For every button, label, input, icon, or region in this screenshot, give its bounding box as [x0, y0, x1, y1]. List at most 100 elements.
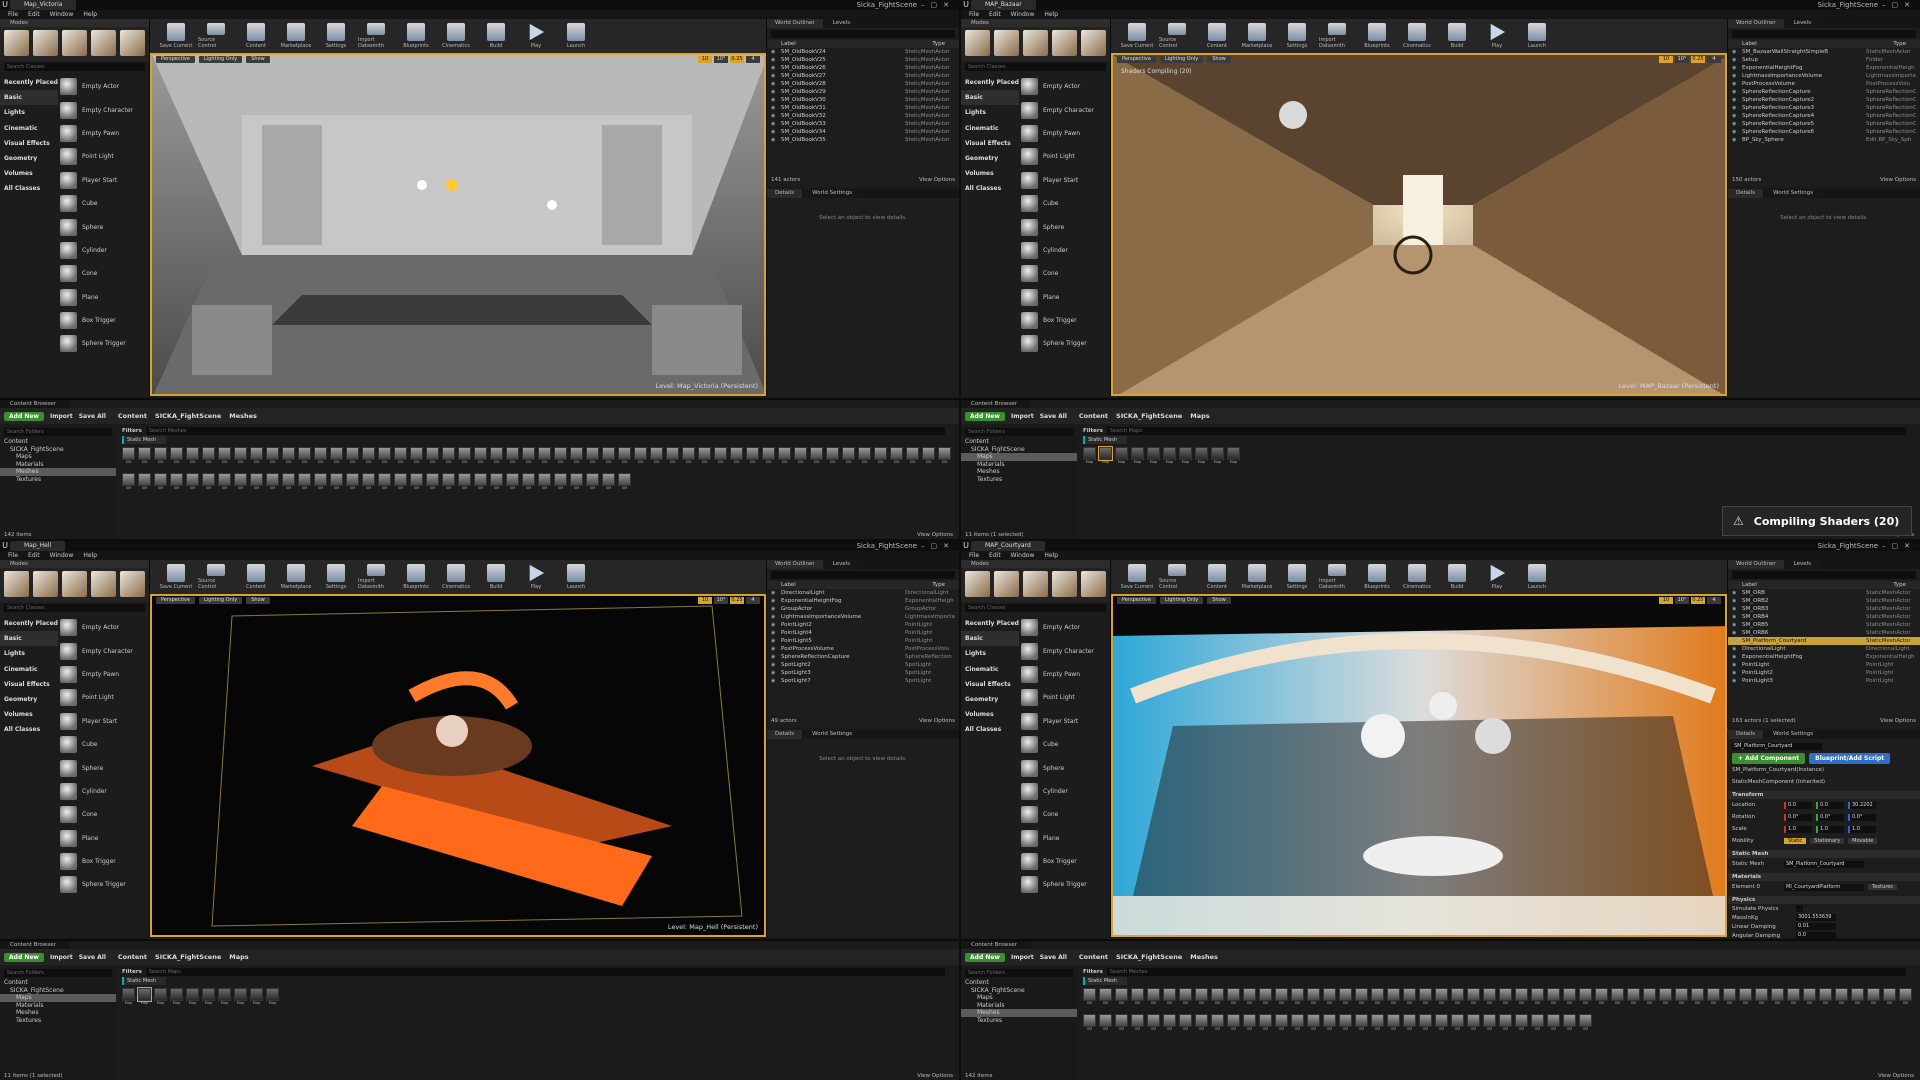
map-tab[interactable]: MAP_Courtyard: [971, 541, 1045, 551]
placeable-item[interactable]: Sphere Trigger: [60, 873, 148, 896]
outliner-row[interactable]: ◉ SM_OldBookV35 StaticMeshActor: [767, 136, 959, 144]
outliner-row[interactable]: ◉ LightmassImportanceVolume LightmassImpor…: [767, 613, 959, 621]
breadcrumb-item[interactable]: Content: [118, 953, 147, 961]
asset-tile[interactable]: Map: [154, 988, 167, 1012]
category-item[interactable]: All Classes: [961, 722, 1019, 737]
breadcrumb-item[interactable]: SICKA_FightScene: [1116, 953, 1182, 961]
asset-tile[interactable]: SM: [1579, 1014, 1592, 1038]
visibility-eye-icon[interactable]: ◉: [1732, 128, 1742, 136]
outliner-row[interactable]: ◉ SM_BazaarWallStraightSimpleB StaticMeshA…: [1728, 48, 1920, 56]
class-search-input[interactable]: Search Classes: [4, 604, 145, 612]
outliner-row[interactable]: ◉ ExponentialHeightFog ExponentialHeigh: [767, 597, 959, 605]
asset-tile[interactable]: SM: [1307, 1014, 1320, 1038]
folder-item[interactable]: Meshes: [0, 1009, 116, 1017]
tab-world-outliner[interactable]: World Outliner: [1728, 19, 1784, 28]
visibility-eye-icon[interactable]: ◉: [771, 605, 781, 613]
toolbar-button[interactable]: Launch: [1519, 23, 1555, 49]
asset-tile[interactable]: SM: [1899, 988, 1912, 1012]
mode-icon[interactable]: [994, 30, 1019, 56]
import-button[interactable]: Import: [1011, 954, 1034, 961]
instance-row[interactable]: SM_Platform_Courtyard(Instance): [1728, 764, 1920, 776]
asset-search-input[interactable]: Search Maps: [145, 967, 945, 976]
map-tab[interactable]: MAP_Bazaar: [971, 0, 1036, 10]
asset-tile[interactable]: SM: [1515, 1014, 1528, 1038]
asset-tile[interactable]: SM: [634, 447, 647, 471]
visibility-eye-icon[interactable]: ◉: [1732, 64, 1742, 72]
asset-tile[interactable]: SM: [762, 447, 775, 471]
category-item[interactable]: Cinematic: [0, 121, 58, 136]
category-item[interactable]: All Classes: [0, 181, 58, 196]
menu-item[interactable]: Help: [1044, 551, 1058, 560]
asset-tile[interactable]: Map: [1083, 447, 1096, 471]
asset-tile[interactable]: SM: [330, 447, 343, 471]
asset-tile[interactable]: SM: [570, 473, 583, 497]
placeable-item[interactable]: Empty Actor: [60, 616, 148, 639]
asset-tile[interactable]: SM: [746, 447, 759, 471]
breadcrumb-item[interactable]: Maps: [229, 953, 248, 961]
asset-tile[interactable]: Map: [186, 988, 199, 1012]
toolbar-button[interactable]: Content: [238, 23, 274, 49]
toolbar-button[interactable]: Build: [478, 564, 514, 590]
asset-tile[interactable]: SM: [1483, 988, 1496, 1012]
asset-tile[interactable]: SM: [1883, 988, 1896, 1012]
outliner-row[interactable]: ◉ ExponentialHeightFog ExponentialHeigh: [1728, 64, 1920, 72]
snap-value[interactable]: 0.25: [1691, 597, 1705, 604]
category-item[interactable]: Volumes: [0, 166, 58, 181]
category-item[interactable]: Volumes: [961, 707, 1019, 722]
asset-tile[interactable]: SM: [346, 447, 359, 471]
visibility-eye-icon[interactable]: ◉: [1732, 597, 1742, 605]
category-item[interactable]: Geometry: [0, 151, 58, 166]
asset-tile[interactable]: SM: [1259, 1014, 1272, 1038]
tab-world-settings[interactable]: World Settings: [804, 730, 861, 739]
folder-item[interactable]: Textures: [0, 476, 116, 484]
asset-tile[interactable]: SM: [170, 473, 183, 497]
tab-world-outliner[interactable]: World Outliner: [767, 560, 823, 569]
visibility-eye-icon[interactable]: ◉: [1732, 136, 1742, 144]
visibility-eye-icon[interactable]: ◉: [771, 661, 781, 669]
asset-tile[interactable]: SM: [1227, 1014, 1240, 1038]
visibility-eye-icon[interactable]: ◉: [1732, 621, 1742, 629]
category-item[interactable]: Basic: [0, 631, 58, 647]
category-item[interactable]: Recently Placed: [0, 616, 58, 631]
tab-details[interactable]: Details: [1728, 189, 1764, 198]
placeable-item[interactable]: Cone: [60, 262, 148, 285]
static-mesh-filter[interactable]: Static Mesh: [1083, 436, 1127, 444]
outliner-row[interactable]: ◉ SM_OldBookV34 StaticMeshActor: [767, 128, 959, 136]
toolbar-button[interactable]: Cinematics: [438, 23, 474, 49]
visibility-eye-icon[interactable]: ◉: [1732, 677, 1742, 685]
toolbar-button[interactable]: Play: [518, 564, 554, 590]
snap-value[interactable]: 0.25: [730, 56, 744, 63]
asset-tile[interactable]: SM: [282, 473, 295, 497]
textures-dropdown[interactable]: Textures: [1868, 884, 1897, 890]
category-item[interactable]: Cinematic: [0, 662, 58, 677]
snap-value[interactable]: 10°: [1675, 597, 1689, 604]
visibility-eye-icon[interactable]: ◉: [771, 128, 781, 136]
asset-tile[interactable]: SM: [1563, 1014, 1576, 1038]
filters-button[interactable]: Filters: [1083, 428, 1103, 434]
outliner-row[interactable]: ◉ SM_ORB StaticMeshActor: [1728, 589, 1920, 597]
toolbar-button[interactable]: Content: [1199, 564, 1235, 590]
window-controls[interactable]: –▢✕: [921, 541, 955, 551]
visibility-eye-icon[interactable]: ◉: [771, 72, 781, 80]
physics-section[interactable]: Physics: [1728, 896, 1920, 904]
asset-tile[interactable]: SM: [890, 447, 903, 471]
mobility-option[interactable]: Movable: [1848, 838, 1878, 844]
breadcrumb-item[interactable]: SICKA_FightScene: [155, 412, 221, 420]
asset-tile[interactable]: SM: [1435, 1014, 1448, 1038]
breadcrumb-item[interactable]: SICKA_FightScene: [155, 953, 221, 961]
menu-item[interactable]: Edit: [989, 551, 1001, 560]
snap-value[interactable]: 10°: [714, 597, 728, 604]
menu-item[interactable]: Window: [50, 551, 74, 560]
outliner-row[interactable]: ◉ SM_ORB5 StaticMeshActor: [1728, 621, 1920, 629]
materials-section[interactable]: Materials: [1728, 873, 1920, 881]
mode-icon[interactable]: [1081, 571, 1106, 597]
asset-tile[interactable]: SM: [1851, 988, 1864, 1012]
asset-tile[interactable]: SM: [1451, 988, 1464, 1012]
placeable-item[interactable]: Point Light: [1021, 145, 1109, 168]
asset-tile[interactable]: SM: [1659, 988, 1672, 1012]
placeable-item[interactable]: Empty Pawn: [60, 122, 148, 145]
tab-world-settings[interactable]: World Settings: [1765, 189, 1822, 198]
import-button[interactable]: Import: [50, 413, 73, 420]
asset-tile[interactable]: SM: [810, 447, 823, 471]
asset-tile[interactable]: SM: [698, 447, 711, 471]
